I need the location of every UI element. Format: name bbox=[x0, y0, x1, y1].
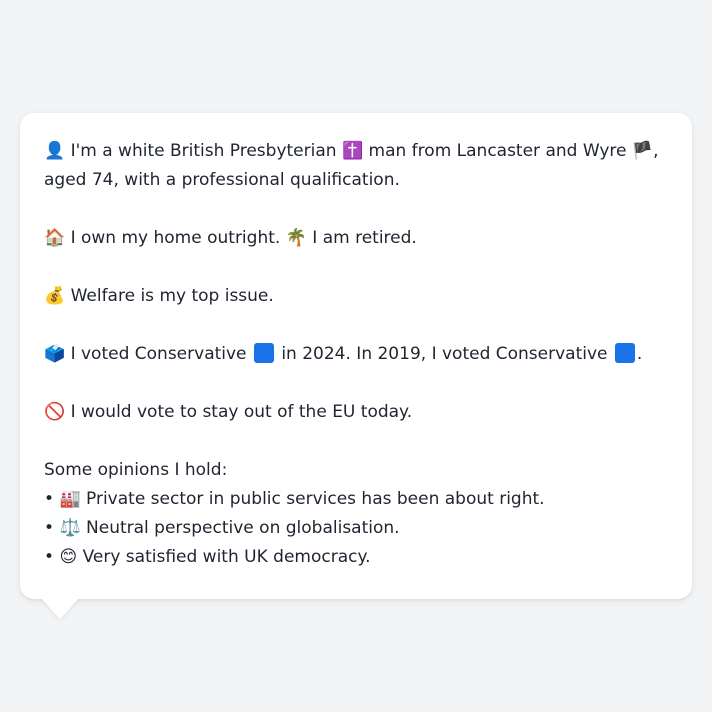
opinion-text: Very satisfied with UK democracy. bbox=[82, 547, 371, 567]
vote-text-a: I voted Conservative bbox=[70, 344, 247, 364]
house-icon: 🏠 bbox=[44, 228, 66, 248]
list-item: • 😊 Very satisfied with UK democracy. bbox=[44, 543, 668, 572]
eu-line: 🚫 I would vote to stay out of the EU tod… bbox=[44, 398, 668, 427]
conservative-square-icon bbox=[614, 343, 635, 363]
person-icon: 👤 bbox=[44, 141, 66, 161]
list-item: • 🏭 Private sector in public services ha… bbox=[44, 485, 668, 514]
issue-text: Welfare is my top issue. bbox=[70, 286, 274, 306]
smiling-face-icon: 😊 bbox=[59, 547, 78, 567]
home-text-a: I own my home outright. bbox=[70, 228, 281, 248]
bullet: • bbox=[44, 547, 55, 567]
conservative-square-icon bbox=[253, 343, 274, 363]
identity-text-a: I'm a white British Presbyterian bbox=[70, 141, 337, 161]
eu-text: I would vote to stay out of the EU today… bbox=[70, 402, 413, 422]
palm-tree-icon: 🌴 bbox=[285, 228, 307, 248]
home-line: 🏠 I own my home outright. 🌴 I am retired… bbox=[44, 224, 668, 253]
balance-scale-icon: ⚖️ bbox=[59, 518, 81, 538]
vote-text-c: . bbox=[636, 344, 643, 364]
persona-card: 👤 I'm a white British Presbyterian ✝️ ma… bbox=[20, 113, 692, 599]
identity-text-b: man from Lancaster and Wyre bbox=[368, 141, 627, 161]
list-item: • ⚖️ Neutral perspective on globalisatio… bbox=[44, 514, 668, 543]
england-flag-icon: 🏴 bbox=[631, 141, 654, 161]
factory-icon: 🏭 bbox=[59, 489, 81, 509]
home-text-b: I am retired. bbox=[312, 228, 417, 248]
bubble-tail bbox=[40, 597, 80, 619]
opinions-heading: Some opinions I hold: bbox=[44, 460, 228, 480]
money-bag-icon: 💰 bbox=[44, 286, 66, 306]
opinion-text: Neutral perspective on globalisation. bbox=[86, 518, 400, 538]
prohibited-icon: 🚫 bbox=[44, 402, 66, 422]
opinion-text: Private sector in public services has be… bbox=[86, 489, 545, 509]
vote-line: 🗳️ I voted Conservative in 2024. In 2019… bbox=[44, 340, 668, 369]
bullet: • bbox=[44, 489, 55, 509]
bullet: • bbox=[44, 518, 55, 538]
opinions-list: • 🏭 Private sector in public services ha… bbox=[44, 485, 668, 572]
issue-line: 💰 Welfare is my top issue. bbox=[44, 282, 668, 311]
cross-icon: ✝️ bbox=[341, 141, 364, 161]
ballot-box-icon: 🗳️ bbox=[44, 344, 66, 364]
vote-text-b: in 2024. In 2019, I voted Conservative bbox=[281, 344, 608, 364]
identity-line: 👤 I'm a white British Presbyterian ✝️ ma… bbox=[44, 137, 668, 195]
